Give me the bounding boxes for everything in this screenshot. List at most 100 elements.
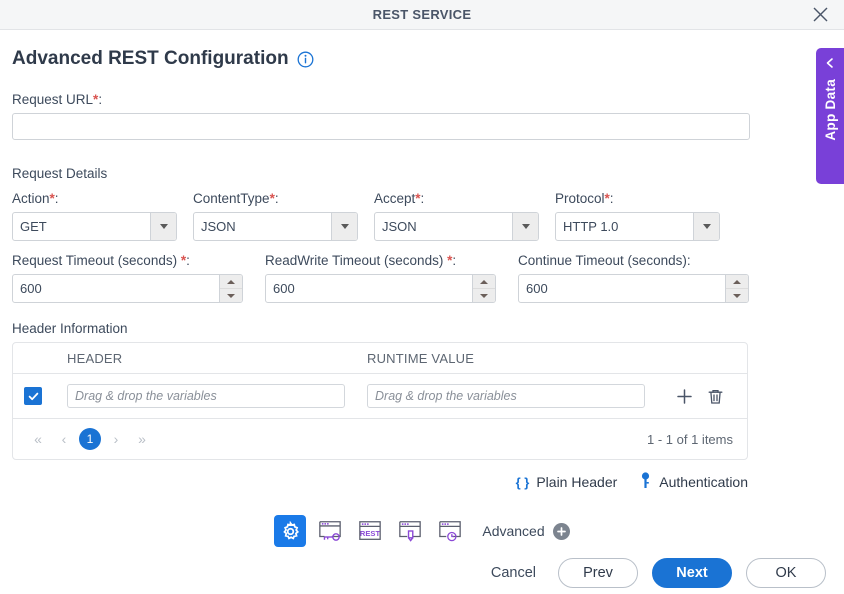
label-colon: : (54, 191, 59, 206)
contenttype-select-value: JSON (201, 219, 236, 234)
request-timeout-stepper[interactable] (12, 274, 243, 303)
pager-last-button[interactable]: » (131, 428, 153, 450)
readwrite-timeout-stepper[interactable] (265, 274, 496, 303)
contenttype-select[interactable]: JSON (193, 212, 358, 241)
chevron-down-icon[interactable] (150, 213, 176, 240)
pager-prev-button[interactable]: ‹ (53, 428, 75, 450)
accept-select[interactable]: JSON (374, 212, 539, 241)
advanced-button[interactable]: Advanced (482, 522, 570, 540)
next-button[interactable]: Next (652, 558, 732, 588)
contenttype-label: ContentType*: (193, 191, 358, 206)
row-checkbox-cell (13, 387, 53, 405)
label-colon: : (420, 191, 425, 206)
prev-button[interactable]: Prev (558, 558, 638, 588)
runtime-value-input[interactable] (367, 384, 645, 408)
field-protocol: Protocol*: HTTP 1.0 (555, 191, 720, 241)
accept-label-text: Accept (374, 191, 416, 206)
contenttype-label-text: ContentType (193, 191, 270, 206)
label-colon: : (686, 253, 691, 268)
action-label: Action*: (12, 191, 177, 206)
window-title: REST SERVICE (372, 7, 472, 22)
stepper-buttons[interactable] (725, 275, 748, 302)
request-url-input[interactable] (12, 113, 750, 140)
chevron-down-icon[interactable] (331, 213, 357, 240)
field-readwrite-timeout: ReadWrite Timeout (seconds) *: (265, 253, 496, 303)
braces-icon: { } (515, 474, 530, 490)
plus-icon[interactable] (675, 387, 694, 406)
label-colon: : (98, 92, 103, 107)
row-checkbox[interactable] (24, 387, 42, 405)
request-timeout-label-text: Request Timeout (seconds) (12, 253, 178, 268)
grid-header-row: HEADER RUNTIME VALUE (13, 343, 747, 374)
action-select[interactable]: GET (12, 212, 177, 241)
trash-icon[interactable] (706, 387, 725, 406)
bottom-toolbar: REST Advanced (0, 508, 844, 554)
field-accept: Accept*: JSON (374, 191, 539, 241)
window-rest-icon[interactable]: REST (354, 515, 386, 547)
field-request-timeout: Request Timeout (seconds) *: (12, 253, 243, 303)
request-timeout-label: Request Timeout (seconds) *: (12, 253, 243, 268)
stepper-buttons[interactable] (472, 275, 495, 302)
chevron-left-icon (824, 57, 836, 69)
window-clock-icon[interactable] (434, 515, 466, 547)
request-url-label: Request URL*: (12, 92, 832, 107)
pager-page-1[interactable]: 1 (79, 428, 101, 450)
advanced-label: Advanced (482, 523, 545, 539)
app-data-label: App Data (822, 79, 838, 141)
stepper-down-icon[interactable] (220, 289, 242, 302)
row-runtime-cell (353, 384, 653, 408)
row-actions-cell (653, 387, 747, 406)
stepper-down-icon[interactable] (726, 289, 748, 302)
stepper-up-icon[interactable] (220, 275, 242, 289)
request-details-select-row: Action*: GET ContentType*: JSON Accept*:… (12, 191, 832, 241)
readwrite-timeout-input[interactable] (266, 275, 472, 302)
header-information-heading: Header Information (12, 321, 128, 336)
stepper-up-icon[interactable] (473, 275, 495, 289)
window-title-bar: REST SERVICE (0, 0, 844, 30)
request-timeout-input[interactable] (13, 275, 219, 302)
accept-select-value: JSON (382, 219, 417, 234)
action-select-value: GET (20, 219, 47, 234)
column-header-runtime-value: RUNTIME VALUE (367, 350, 475, 366)
request-details-spinner-row: Request Timeout (seconds) *: ReadWrite T… (12, 253, 832, 303)
protocol-select[interactable]: HTTP 1.0 (555, 212, 720, 241)
chevron-down-icon[interactable] (693, 213, 719, 240)
protocol-label-text: Protocol (555, 191, 605, 206)
pager-summary: 1 - 1 of 1 items (647, 431, 733, 447)
plain-header-link[interactable]: { } Plain Header (516, 474, 618, 490)
info-icon[interactable] (297, 51, 314, 68)
action-label-text: Action (12, 191, 50, 206)
request-details-heading: Request Details (12, 166, 108, 181)
continue-timeout-stepper[interactable] (518, 274, 749, 303)
cancel-button[interactable]: Cancel (483, 561, 544, 585)
chevron-down-icon[interactable] (512, 213, 538, 240)
stepper-buttons[interactable] (219, 275, 242, 302)
continue-timeout-input[interactable] (519, 275, 725, 302)
field-action: Action*: GET (12, 191, 177, 241)
label-colon: : (274, 191, 279, 206)
label-colon: : (186, 253, 190, 268)
readwrite-timeout-label-text: ReadWrite Timeout (seconds) (265, 253, 444, 268)
request-url-label-text: Request URL (12, 92, 94, 107)
close-icon[interactable] (808, 3, 832, 27)
plus-circle-icon[interactable] (552, 522, 570, 540)
header-name-input[interactable] (67, 384, 345, 408)
key-icon (639, 472, 652, 492)
window-pen-icon[interactable] (394, 515, 426, 547)
protocol-label: Protocol*: (555, 191, 720, 206)
pager-first-button[interactable]: « (27, 428, 49, 450)
plain-header-label: Plain Header (536, 474, 618, 490)
window-key-icon[interactable] (314, 515, 346, 547)
pager-controls: « ‹ 1 › » (27, 428, 153, 450)
stepper-up-icon[interactable] (726, 275, 748, 289)
field-continue-timeout: Continue Timeout (seconds): (518, 253, 749, 303)
grid-links-row: { } Plain Header Authentication (12, 472, 748, 492)
app-data-tab[interactable]: App Data (816, 48, 844, 184)
accept-label: Accept*: (374, 191, 539, 206)
stepper-down-icon[interactable] (473, 289, 495, 302)
authentication-link[interactable]: Authentication (639, 472, 748, 492)
gear-icon[interactable] (274, 515, 307, 547)
dialog-body: Advanced REST Configuration Request URL*… (0, 48, 844, 492)
pager-next-button[interactable]: › (105, 428, 127, 450)
ok-button[interactable]: OK (746, 558, 826, 588)
